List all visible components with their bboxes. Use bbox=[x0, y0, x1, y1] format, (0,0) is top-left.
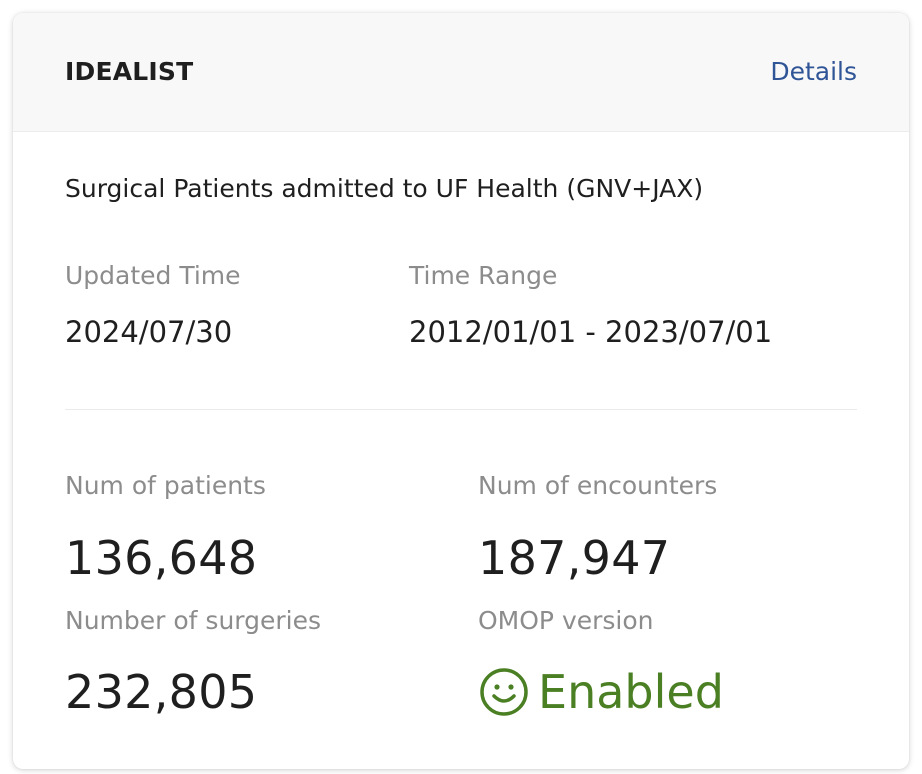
dataset-title: IDEALIST bbox=[65, 57, 194, 86]
updated-time-value: 2024/07/30 bbox=[65, 315, 233, 349]
section-divider bbox=[65, 409, 857, 410]
surgeries-label: Number of surgeries bbox=[65, 606, 322, 635]
details-link[interactable]: Details bbox=[770, 57, 857, 86]
omop-status-text: Enabled bbox=[538, 665, 724, 719]
encounters-label: Num of encounters bbox=[478, 471, 718, 500]
patients-value: 136,648 bbox=[65, 531, 258, 585]
smile-icon bbox=[480, 668, 528, 716]
time-range-label: Time Range bbox=[409, 261, 558, 290]
encounters-value: 187,947 bbox=[478, 531, 671, 585]
time-range-value: 2012/01/01 - 2023/07/01 bbox=[409, 315, 773, 349]
dataset-card: IDEALIST Details Surgical Patients admit… bbox=[13, 13, 909, 769]
updated-time-label: Updated Time bbox=[65, 261, 241, 290]
surgeries-value: 232,805 bbox=[65, 665, 258, 719]
omop-label: OMOP version bbox=[478, 606, 654, 635]
omop-status: Enabled bbox=[478, 665, 724, 719]
patients-label: Num of patients bbox=[65, 471, 266, 500]
dataset-description: Surgical Patients admitted to UF Health … bbox=[65, 174, 704, 203]
card-header: IDEALIST Details bbox=[13, 13, 909, 132]
